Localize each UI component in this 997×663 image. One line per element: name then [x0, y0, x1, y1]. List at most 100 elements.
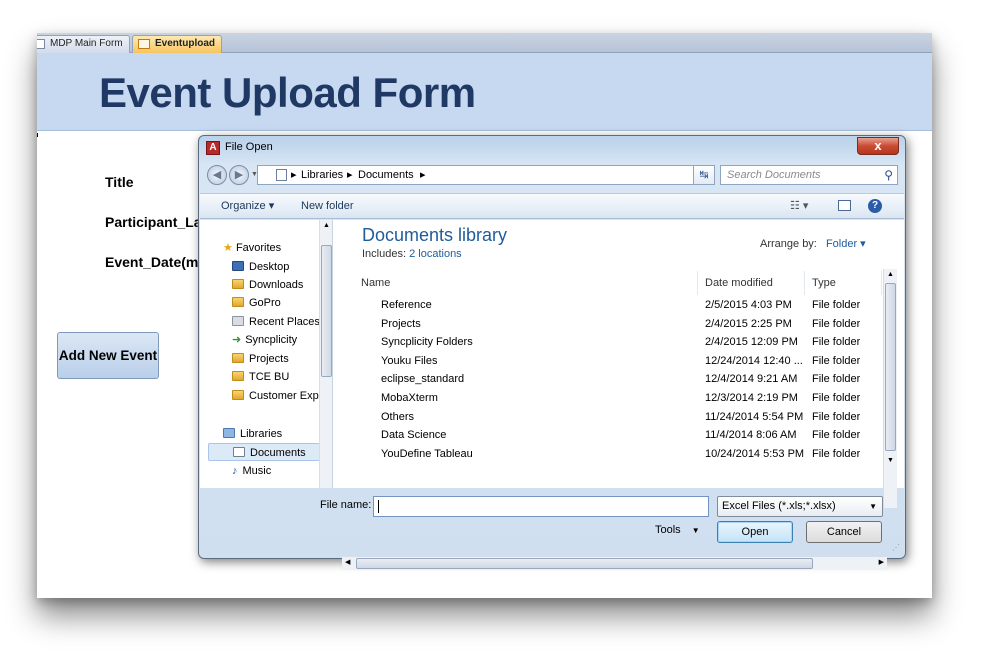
- column-header-type[interactable]: Type: [805, 271, 882, 295]
- scroll-right-icon[interactable]: ▶: [879, 558, 884, 566]
- folder-icon: [232, 371, 244, 381]
- file-type: File folder: [812, 429, 861, 442]
- nav-label: TCE BU: [249, 371, 290, 383]
- hscroll-thumb[interactable]: [356, 558, 813, 569]
- nav-item-recent-places[interactable]: Recent Places: [232, 313, 320, 331]
- nav-item-syncplicity[interactable]: ➜ Syncplicity: [232, 331, 297, 349]
- preview-pane-icon[interactable]: [838, 200, 851, 211]
- file-row[interactable]: Others 11/24/2014 5:54 PM File folder: [357, 408, 885, 426]
- arrange-by-dropdown[interactable]: Folder ▾: [826, 238, 866, 250]
- breadcrumb-documents[interactable]: Documents: [358, 166, 414, 184]
- nav-item-documents[interactable]: Documents: [208, 443, 324, 461]
- locations-link[interactable]: 2 locations: [409, 248, 462, 260]
- open-button[interactable]: Open: [717, 521, 793, 543]
- scroll-thumb[interactable]: [321, 245, 332, 377]
- resize-grip-icon[interactable]: ⋰: [892, 543, 900, 552]
- search-icon[interactable]: ⚲: [884, 166, 893, 184]
- file-date: 12/3/2014 2:19 PM: [705, 392, 798, 404]
- scroll-up-icon[interactable]: ▲: [323, 222, 330, 229]
- form-header: Event Upload Form: [37, 53, 932, 131]
- new-folder-button[interactable]: New folder: [301, 194, 354, 218]
- file-date: 2/5/2015 4:03 PM: [705, 299, 792, 311]
- tab-eventupload[interactable]: Eventupload: [132, 35, 223, 53]
- file-type-select[interactable]: Excel Files (*.xls;*.xlsx) ▼: [717, 496, 883, 517]
- nav-label: GoPro: [249, 297, 281, 309]
- refresh-icon[interactable]: ↹: [693, 165, 715, 185]
- column-header-date[interactable]: Date modified: [698, 271, 805, 295]
- file-row[interactable]: MobaXterm 12/3/2014 2:19 PM File folder: [357, 389, 885, 407]
- help-icon[interactable]: ?: [868, 199, 882, 213]
- file-date: 2/4/2015 2:25 PM: [705, 317, 792, 330]
- file-date: 11/4/2014 8:06 AM: [705, 429, 797, 442]
- tools-menu[interactable]: Tools ▼: [655, 524, 700, 536]
- file-name: Others: [381, 410, 415, 423]
- file-type: File folder: [812, 373, 861, 386]
- cancel-button[interactable]: Cancel: [806, 521, 882, 543]
- library-title: Documents library: [362, 225, 508, 245]
- nav-buttons: ◀ ▶ ▼: [207, 164, 259, 186]
- syncplicity-icon: ➜: [232, 334, 242, 346]
- field-label-title: Title: [105, 174, 134, 190]
- field-label-event-date: Event_Date(m: [105, 254, 199, 270]
- add-new-event-button[interactable]: Add New Event: [57, 332, 159, 379]
- nav-item-downloads[interactable]: Downloads: [232, 276, 303, 294]
- form-icon: [37, 39, 45, 49]
- nav-label: Favorites: [235, 242, 282, 254]
- nav-label: Downloads: [249, 279, 304, 291]
- organize-menu[interactable]: Organize ▾: [221, 194, 274, 218]
- folder-icon: [232, 353, 244, 363]
- file-row[interactable]: eclipse_standard 12/4/2014 9:21 AM File fo…: [357, 370, 885, 388]
- dialog-footer: File name: ▼ Excel Files (*.xls;*.xlsx) ▼…: [200, 488, 904, 558]
- libraries-icon: [223, 428, 235, 438]
- file-list-hscrollbar[interactable]: ◀ ▶: [342, 556, 887, 570]
- back-arrow-icon[interactable]: ◀: [207, 165, 227, 185]
- view-options-icon[interactable]: ☷ ▾: [790, 194, 808, 218]
- nav-favorites[interactable]: ★ Favorites: [223, 239, 281, 257]
- nav-item-projects[interactable]: Projects: [232, 350, 289, 368]
- nav-label: Documents: [250, 447, 306, 459]
- document-tab-bar: MDP Main Form Eventupload: [37, 33, 932, 53]
- nav-item-tce-bu[interactable]: TCE BU: [232, 368, 289, 386]
- file-row[interactable]: Projects 2/4/2015 2:25 PM File folder: [357, 315, 885, 333]
- breadcrumb-libraries[interactable]: Libraries: [301, 166, 343, 184]
- form-icon: [138, 39, 150, 49]
- nav-item-desktop[interactable]: Desktop: [232, 258, 289, 276]
- nav-label: Libraries: [240, 428, 283, 440]
- file-row[interactable]: Data Science 11/4/2014 8:06 AM File folder: [357, 426, 885, 444]
- file-date: 11/24/2014 5:54 PM: [705, 410, 804, 423]
- scroll-down-icon[interactable]: ▼: [887, 457, 894, 464]
- page-title: Event Upload Form: [99, 69, 476, 116]
- file-row[interactable]: Reference 2/5/2015 4:03 PM File folder: [357, 296, 885, 314]
- file-row[interactable]: Youku Files 12/24/2014 12:40 ... File fold…: [357, 352, 885, 370]
- nav-item-gopro[interactable]: GoPro: [232, 294, 281, 312]
- file-name: Reference: [381, 299, 432, 311]
- record-selector-mark: [37, 133, 38, 137]
- address-bar[interactable]: ▸ Libraries ▸ Documents ▸ ▼: [257, 165, 714, 185]
- nav-item-customer-experience[interactable]: Customer Experie: [232, 387, 332, 405]
- close-button[interactable]: x: [857, 137, 899, 155]
- command-toolbar: Organize ▾ New folder ☷ ▾ ?: [200, 193, 904, 219]
- file-name-field[interactable]: ▼: [373, 496, 878, 517]
- file-type: File folder: [812, 392, 861, 404]
- nav-item-music[interactable]: ♪ Music: [232, 462, 271, 480]
- documents-library-icon: [276, 169, 287, 181]
- file-row[interactable]: Syncplicity Folders 2/4/2015 12:09 PM File…: [357, 333, 885, 351]
- includes-label: Includes:: [362, 248, 407, 260]
- dialog-title: File Open: [225, 141, 273, 153]
- file-date: 2/4/2015 12:09 PM: [705, 336, 798, 349]
- tab-mdp-main-form[interactable]: MDP Main Form: [37, 35, 130, 53]
- nav-label: Desktop: [249, 261, 290, 273]
- scroll-left-icon[interactable]: ◀: [345, 558, 350, 566]
- forward-arrow-icon[interactable]: ▶: [229, 165, 249, 185]
- scroll-thumb[interactable]: [885, 283, 896, 451]
- nav-scrollbar[interactable]: ▲: [319, 220, 332, 488]
- scroll-up-icon[interactable]: ▲: [887, 271, 894, 278]
- nav-label: Music: [242, 465, 272, 477]
- file-name: Syncplicity Folders: [381, 336, 473, 349]
- file-row[interactable]: YouDefine Tableau 10/24/2014 5:53 PM File …: [357, 445, 885, 463]
- nav-libraries[interactable]: Libraries: [223, 425, 282, 443]
- search-input[interactable]: Search Documents ⚲: [720, 165, 898, 185]
- column-header-name[interactable]: Name: [354, 271, 698, 295]
- file-type: File folder: [812, 317, 861, 330]
- file-list-scrollbar[interactable]: ▲ ▼: [883, 269, 897, 508]
